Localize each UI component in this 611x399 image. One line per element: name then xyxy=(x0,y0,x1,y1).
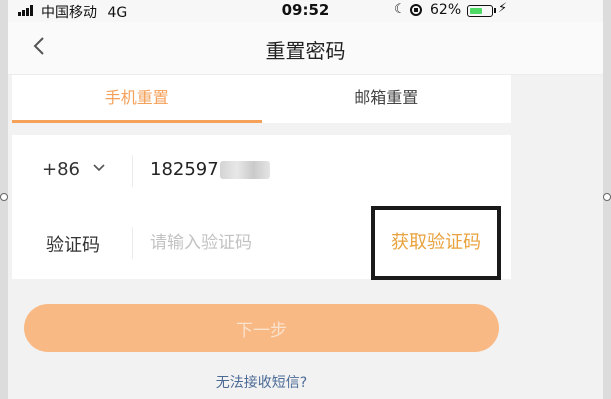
charging-bolt-icon: ⚡ xyxy=(498,1,508,16)
battery-cap xyxy=(494,8,496,13)
battery-percent: 62% xyxy=(430,2,462,18)
right-edge-handle xyxy=(603,193,611,201)
page-title: 重置密码 xyxy=(265,39,346,63)
get-code-button[interactable]: 获取验证码 xyxy=(371,206,501,280)
phone-screen: 中国移动 4G 09:52 ☾ 62% ⚡ 重置密码 手机重置 邮箱重置 +86… xyxy=(8,0,603,399)
battery-level xyxy=(469,7,482,14)
status-bar: 中国移动 4G 09:52 ☾ 62% ⚡ xyxy=(8,0,603,22)
field-divider xyxy=(132,227,133,259)
next-step-button[interactable]: 下一步 xyxy=(24,304,499,352)
reset-method-tabs: 手机重置 邮箱重置 xyxy=(12,75,511,123)
tab-phone-reset[interactable]: 手机重置 xyxy=(12,75,262,123)
tab-email-reset[interactable]: 邮箱重置 xyxy=(262,75,512,123)
field-divider xyxy=(132,155,133,187)
country-code[interactable]: +86 xyxy=(42,159,80,180)
phone-row: +86 182597 xyxy=(12,135,511,208)
nav-bar: 重置密码 xyxy=(8,22,603,75)
rotation-lock-icon xyxy=(410,4,422,16)
status-time: 09:52 xyxy=(281,1,330,19)
cannot-receive-sms-link[interactable]: 无法接收短信? xyxy=(8,372,515,392)
code-label: 验证码 xyxy=(46,235,100,256)
chevron-down-icon[interactable] xyxy=(92,162,106,174)
phone-number-redaction xyxy=(220,161,270,179)
phone-number-field[interactable]: 182597 xyxy=(150,159,219,180)
left-edge-handle xyxy=(0,193,8,201)
moon-icon: ☾ xyxy=(394,2,406,17)
verification-code-input[interactable] xyxy=(150,227,360,259)
battery-icon xyxy=(467,5,493,17)
